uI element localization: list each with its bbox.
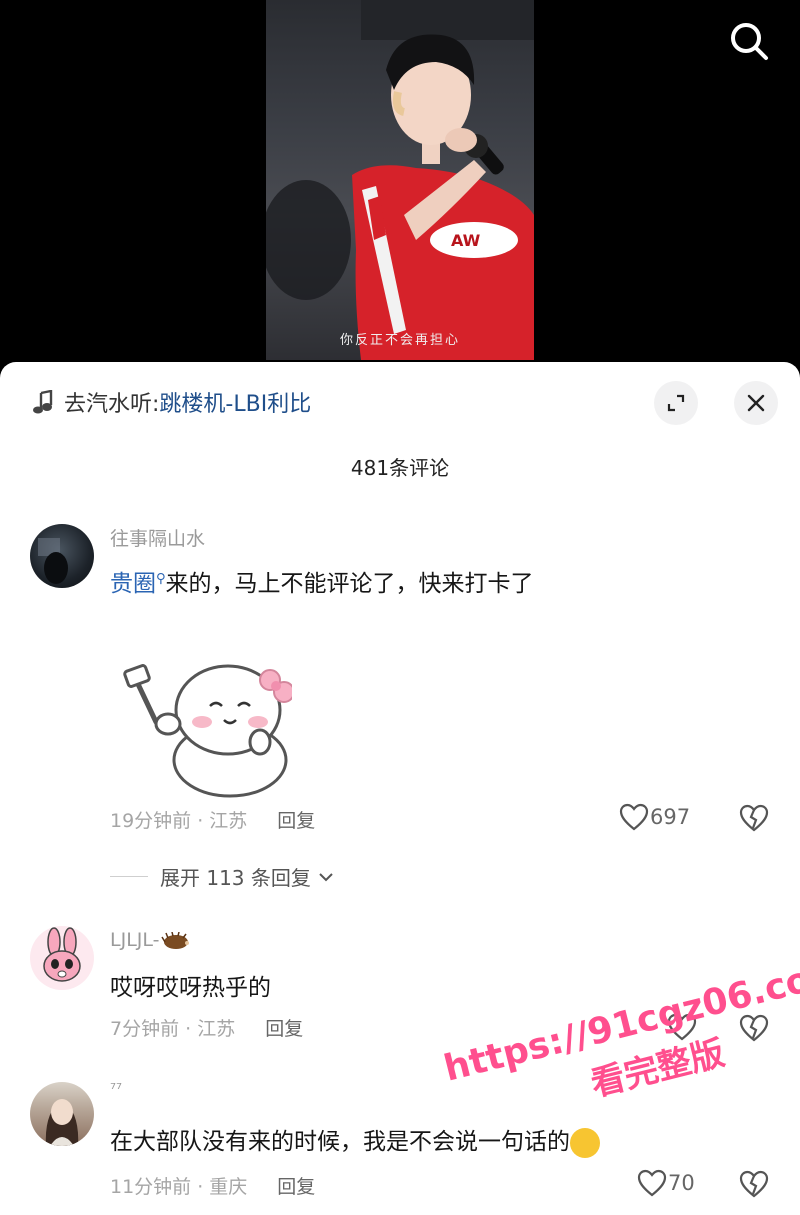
expand-icon xyxy=(667,394,685,412)
smiley-emoji-icon xyxy=(570,1127,600,1158)
reply-button[interactable]: 回复 xyxy=(277,810,315,832)
comment-meta: 19分钟前 · 江苏 回复 xyxy=(110,806,315,833)
comment-username[interactable]: LJLJL- xyxy=(110,929,190,951)
avatar[interactable] xyxy=(30,926,94,990)
avatar-image xyxy=(45,1099,79,1146)
dislike-button[interactable] xyxy=(738,802,770,834)
expand-replies-button[interactable]: 展开 113 条回复 xyxy=(110,862,335,891)
like-button[interactable] xyxy=(666,1012,698,1042)
search-icon xyxy=(731,23,768,60)
heart-icon xyxy=(619,803,649,831)
video-subtitle: 你反正不会再担心 xyxy=(339,333,460,348)
video-player[interactable]: AW 你反正不会再担心 xyxy=(0,0,800,365)
like-button[interactable]: 697 xyxy=(618,802,690,832)
chevron-down-icon xyxy=(319,872,333,881)
search-hashtag-icon: ⚲ xyxy=(156,571,166,587)
comment-username[interactable]: ⁷⁷ xyxy=(110,1080,122,1098)
comment-text: 贵圈⚲来的，马上不能评论了，快来打卡了 xyxy=(110,564,534,598)
reply-button[interactable]: 回复 xyxy=(277,1176,315,1198)
comment-sheet: 去汽水听: 跳楼机-LBI利比 481条评论 往事隔山水 贵圈⚲来的，马上不能评… xyxy=(0,362,800,1215)
comment-meta: 7分钟前 · 江苏 回复 xyxy=(110,1014,303,1041)
avatar[interactable] xyxy=(30,1082,94,1146)
hedgehog-emoji-icon xyxy=(160,931,189,949)
comment-text: 哎呀哎呀热乎的 xyxy=(110,975,271,1001)
music-link-prefix: 去汽水听: xyxy=(64,392,160,417)
music-link[interactable]: 去汽水听: 跳楼机-LBI利比 xyxy=(32,382,311,422)
music-link-title[interactable]: 跳楼机-LBI利比 xyxy=(159,386,311,418)
comment-username[interactable]: 往事隔山水 xyxy=(110,524,205,551)
comment-sticker[interactable] xyxy=(110,610,295,800)
comment-count: 481条评论 xyxy=(350,456,450,480)
avatar-image xyxy=(38,538,68,584)
divider-line xyxy=(110,876,148,877)
heart-icon xyxy=(637,1169,667,1197)
avatar[interactable] xyxy=(30,524,94,588)
search-button[interactable] xyxy=(726,18,772,64)
bunny-avatar-image xyxy=(43,927,81,982)
comment-meta: 11分钟前 · 重庆 回复 xyxy=(110,1172,315,1199)
like-count: 70 xyxy=(668,1171,695,1195)
like-count: 697 xyxy=(650,805,691,829)
comment-body: 来的，马上不能评论了，快来打卡了 xyxy=(165,571,534,597)
dislike-button[interactable] xyxy=(738,1168,770,1200)
broken-heart-icon xyxy=(739,1014,769,1042)
close-button[interactable] xyxy=(734,381,778,425)
hashtag-link[interactable]: 贵圈 xyxy=(110,571,156,597)
dislike-button[interactable] xyxy=(738,1012,770,1044)
comment-time-location: 7分钟前 · 江苏 xyxy=(110,1018,236,1040)
expand-replies-label: 展开 113 条回复 xyxy=(160,866,311,890)
broken-heart-icon xyxy=(739,804,769,832)
like-button[interactable]: 70 xyxy=(636,1168,695,1198)
reply-button[interactable]: 回复 xyxy=(265,1018,303,1040)
close-icon xyxy=(747,394,765,412)
music-note-icon xyxy=(33,390,53,414)
comment-body: 在大部队没有来的时候，我是不会说一句话的 xyxy=(110,1129,570,1155)
comment-text: 在大部队没有来的时候，我是不会说一句话的 xyxy=(110,1122,600,1158)
heart-icon xyxy=(667,1013,697,1041)
expand-button[interactable] xyxy=(654,381,698,425)
selfie-sticker-image xyxy=(123,664,295,798)
comment-time-location: 11分钟前 · 重庆 xyxy=(110,1176,248,1198)
comment-time-location: 19分钟前 · 江苏 xyxy=(110,810,248,832)
video-frame[interactable]: AW 你反正不会再担心 xyxy=(266,0,534,360)
svg-text:AW: AW xyxy=(451,231,481,250)
broken-heart-icon xyxy=(739,1170,769,1198)
video-still-singer: AW xyxy=(266,0,534,360)
